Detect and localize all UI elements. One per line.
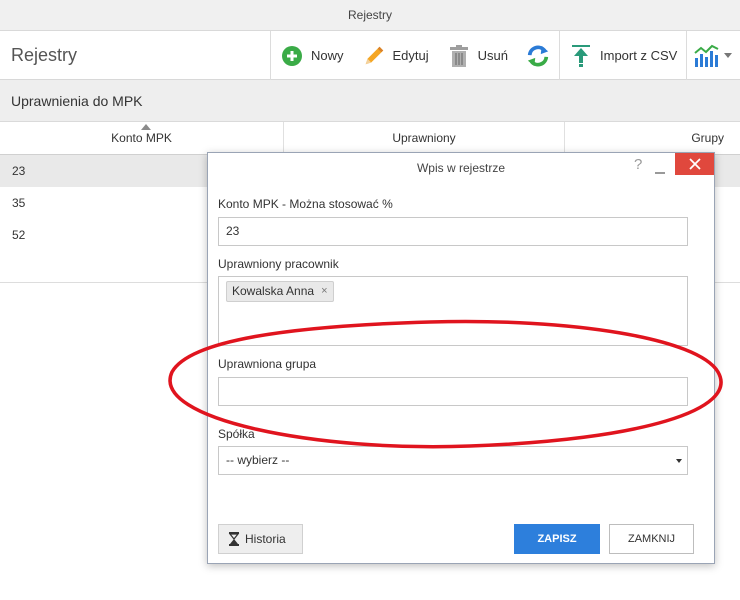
toolbar: Nowy Edytuj Usuń Import z CSV (270, 31, 740, 80)
column-header-label: Uprawniony (392, 131, 456, 145)
close-icon[interactable] (675, 153, 714, 175)
new-button[interactable]: Nowy (271, 31, 353, 80)
minimize-icon[interactable] (655, 172, 665, 174)
page-header: Rejestry Nowy Edytuj Usuń Import z CSV (0, 31, 740, 80)
grid-header: Konto MPK Uprawniony Grupy (0, 122, 740, 155)
cell-konto: 52 (12, 228, 26, 242)
column-header-uprawniony[interactable]: Uprawniony (284, 122, 565, 155)
spolka-label: Spółka (218, 427, 255, 441)
chevron-down-icon (723, 43, 733, 69)
plus-circle-icon (280, 43, 304, 69)
dropdown-caret-icon (676, 459, 682, 463)
upload-icon (569, 43, 593, 69)
new-button-label: Nowy (311, 48, 344, 63)
selected-employee-tag: Kowalska Anna × (226, 281, 334, 302)
pracownik-label: Uprawniony pracownik (218, 257, 339, 271)
edit-button-label: Edytuj (392, 48, 429, 63)
pracownik-tag-input[interactable]: Kowalska Anna × (218, 276, 688, 346)
tag-label: Kowalska Anna (232, 284, 315, 298)
konto-label: Konto MPK - Można stosować % (218, 197, 393, 211)
history-button-label: Historia (245, 532, 286, 546)
cell-konto: 35 (12, 196, 26, 210)
window-title-bar: Rejestry (0, 0, 740, 31)
refresh-button[interactable] (517, 31, 559, 80)
import-csv-button[interactable]: Import z CSV (560, 31, 686, 80)
save-button[interactable]: ZAPISZ (514, 524, 600, 554)
sort-ascending-icon (141, 124, 151, 130)
spolka-select[interactable]: -- wybierz -- (218, 446, 688, 475)
cell-konto: 23 (12, 164, 26, 178)
delete-button-label: Usuń (477, 48, 509, 63)
spolka-selected-value: -- wybierz -- (226, 453, 290, 467)
pencil-icon (362, 43, 386, 69)
import-csv-label: Import z CSV (600, 48, 678, 63)
history-button[interactable]: Historia (218, 524, 303, 554)
window-title: Rejestry (347, 8, 392, 22)
column-header-konto[interactable]: Konto MPK (0, 122, 284, 155)
registry-entry-dialog: Wpis w rejestrze ? Konto MPK - Można sto… (207, 152, 715, 564)
refresh-icon (526, 43, 550, 69)
column-header-grupy[interactable]: Grupy (565, 122, 740, 155)
page-title: Rejestry (11, 45, 78, 65)
edit-button[interactable]: Edytuj (353, 31, 438, 80)
grupa-input[interactable] (218, 377, 688, 406)
chart-icon (693, 43, 721, 69)
delete-button[interactable]: Usuń (438, 31, 517, 80)
tag-remove-icon[interactable]: × (321, 282, 327, 301)
help-icon[interactable]: ? (634, 156, 642, 173)
grupa-label: Uprawniona grupa (218, 357, 317, 371)
konto-input[interactable]: 23 (218, 217, 688, 246)
section-title: Uprawnienia do MPK (0, 80, 740, 122)
column-header-label: Grupy (691, 131, 724, 145)
close-button[interactable]: ZAMKNIJ (609, 524, 694, 554)
trash-icon (447, 43, 471, 69)
hourglass-icon (228, 532, 240, 546)
chart-menu-button[interactable] (687, 31, 739, 80)
column-header-label: Konto MPK (111, 131, 172, 145)
